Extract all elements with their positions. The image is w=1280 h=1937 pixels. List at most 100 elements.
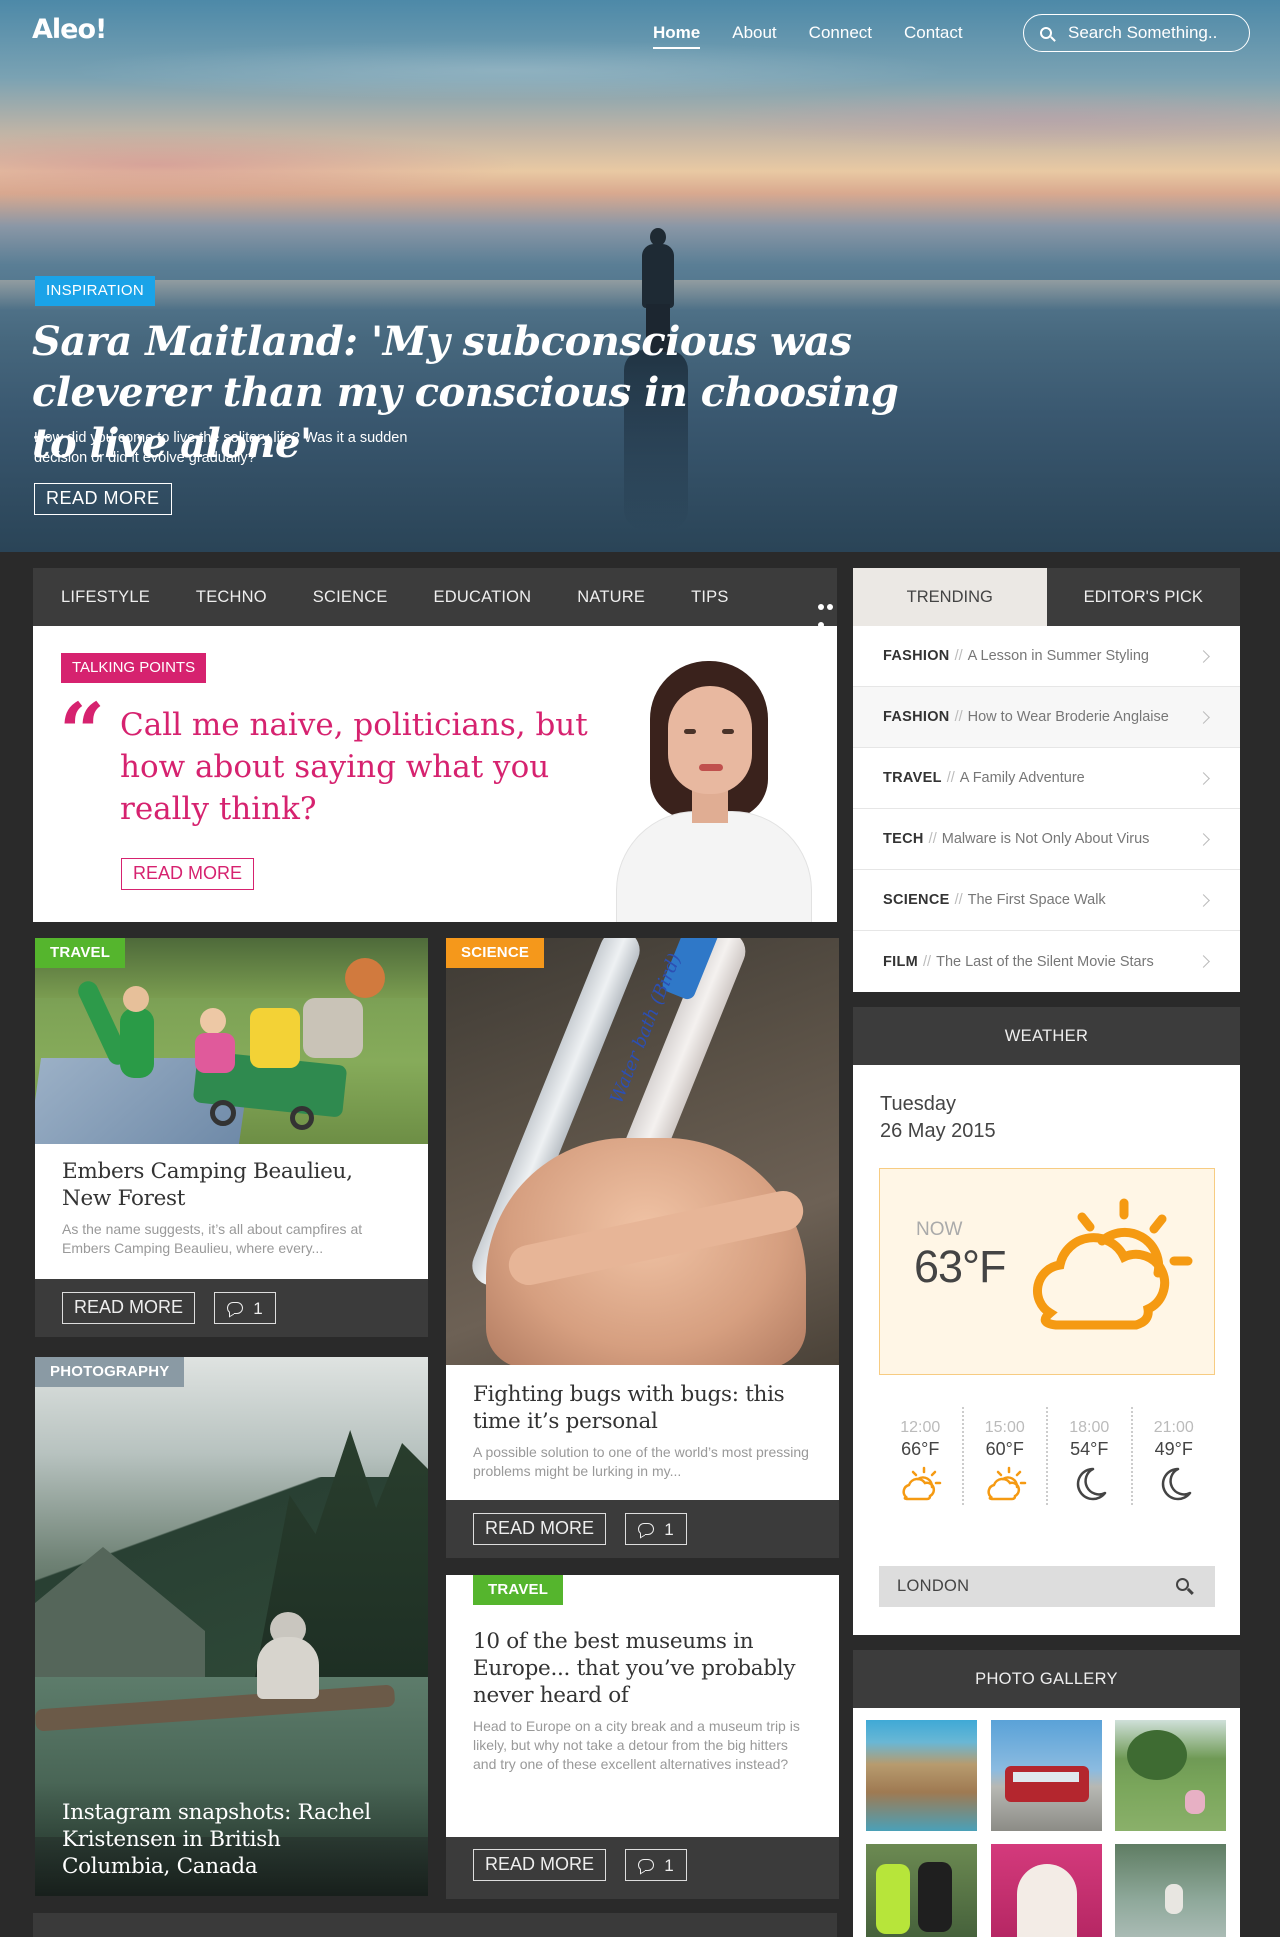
gallery-heading: PHOTO GALLERY: [853, 1650, 1240, 1708]
trending-item[interactable]: TRAVEL//A Family Adventure: [853, 748, 1240, 809]
card-body: Embers Camping Beaulieu, New Forest As t…: [35, 1144, 428, 1279]
hourly-forecast-item: 18:00 54°F: [1048, 1407, 1133, 1505]
nav-home[interactable]: Home: [653, 22, 701, 49]
camping-image[interactable]: [35, 938, 428, 1144]
hero-cloud: [700, 90, 1280, 150]
card-read-more-button[interactable]: READ MORE: [473, 1849, 607, 1881]
comment-icon: [227, 1302, 244, 1314]
trending-category: TECH: [883, 831, 924, 847]
card-title[interactable]: Embers Camping Beaulieu, New Forest: [62, 1158, 400, 1212]
weather-widget: Tuesday 26 May 2015 NOW 63°F 12:00 66°F …: [853, 1065, 1240, 1635]
talking-points-read-more-button[interactable]: READ MORE: [121, 858, 255, 890]
article-card-camping: TRAVEL Embers Camping Beaulieu, New Fore…: [35, 938, 428, 1337]
hourly-forecast-item: 21:00 49°F: [1133, 1407, 1216, 1505]
gallery-thumbnail[interactable]: [1115, 1720, 1226, 1831]
card-comments-button[interactable]: 1: [214, 1292, 276, 1324]
separator: //: [954, 892, 963, 908]
forecast-temperature: 49°F: [1154, 1439, 1193, 1459]
moon-icon: [1161, 1467, 1191, 1501]
hero-category-badge[interactable]: INSPIRATION: [35, 276, 156, 306]
category-techno[interactable]: TECHNO: [196, 588, 267, 607]
card-body: 10 of the best museums in Europe... that…: [446, 1575, 839, 1837]
chevron-right-icon: [1197, 894, 1210, 907]
gallery-thumbnail[interactable]: [866, 1720, 977, 1831]
gallery-thumbnail[interactable]: [1115, 1844, 1226, 1937]
card-title[interactable]: 10 of the best museums in Europe... that…: [473, 1628, 811, 1709]
card-category-tag[interactable]: PHOTOGRAPHY: [35, 1357, 185, 1387]
trending-list: FASHION//A Lesson in Summer Styling FASH…: [853, 626, 1240, 992]
card-body: Fighting bugs with bugs: this time it’s …: [446, 1365, 839, 1500]
forecast-time: 21:00: [1153, 1419, 1194, 1436]
trending-title: The Last of the Silent Movie Stars: [936, 953, 1154, 970]
trending-item[interactable]: TECH//Malware is Not Only About Virus: [853, 809, 1240, 870]
weather-date: Tuesday 26 May 2015: [880, 1091, 996, 1145]
gallery-thumbnail[interactable]: [866, 1844, 977, 1937]
comment-count: 1: [253, 1298, 263, 1318]
search-icon[interactable]: [1040, 27, 1052, 39]
card-comments-button[interactable]: 1: [625, 1849, 687, 1881]
trending-category: FASHION: [883, 709, 950, 725]
trending-item[interactable]: FASHION//A Lesson in Summer Styling: [853, 626, 1240, 687]
card-category-tag[interactable]: SCIENCE: [446, 938, 545, 968]
trending-category: TRAVEL: [883, 770, 942, 786]
trending-item[interactable]: FILM//The Last of the Silent Movie Stars: [853, 931, 1240, 992]
category-nature[interactable]: NATURE: [577, 588, 645, 607]
trending-item[interactable]: FASHION//How to Wear Broderie Anglaise: [853, 687, 1240, 748]
bottom-panel: [33, 1913, 837, 1937]
category-science[interactable]: SCIENCE: [313, 588, 388, 607]
card-title[interactable]: Instagram snapshots: Rachel Kristensen i…: [62, 1799, 392, 1880]
nav-connect[interactable]: Connect: [809, 22, 872, 49]
category-education[interactable]: EDUCATION: [434, 588, 532, 607]
talking-points-quote[interactable]: Call me naive, politicians, but how abou…: [120, 704, 590, 830]
partly-sunny-icon: [902, 1466, 942, 1501]
partly-sunny-icon: [987, 1466, 1026, 1501]
gallery-thumbnail[interactable]: [991, 1844, 1102, 1937]
photo-gallery: [853, 1708, 1240, 1937]
location-value[interactable]: LONDON: [897, 1577, 969, 1596]
trending-category: FILM: [883, 953, 919, 970]
card-excerpt: As the name suggests, it’s all about cam…: [62, 1221, 363, 1256]
forecast-time: 12:00: [900, 1419, 941, 1436]
tab-editors-pick[interactable]: EDITOR'S PICK: [1046, 568, 1240, 626]
card-category-tag[interactable]: TRAVEL: [473, 1575, 564, 1605]
search-box[interactable]: [1023, 14, 1250, 52]
forecast-temperature: 60°F: [985, 1439, 1024, 1459]
search-icon[interactable]: [1176, 1578, 1189, 1591]
nav-contact[interactable]: Contact: [904, 22, 963, 49]
card-footer: READ MORE 1: [446, 1837, 839, 1899]
main-nav: Home About Connect Contact: [653, 22, 963, 49]
location-search-field[interactable]: LONDON: [879, 1566, 1215, 1607]
article-card-photography: PHOTOGRAPHY Instagram snapshots: Rachel …: [35, 1357, 428, 1896]
talking-points-badge[interactable]: TALKING POINTS: [61, 653, 207, 683]
trending-category: FASHION: [883, 648, 950, 664]
card-comments-button[interactable]: 1: [625, 1513, 687, 1545]
separator: //: [954, 709, 963, 725]
separator: //: [928, 831, 937, 847]
category-lifestyle[interactable]: LIFESTYLE: [61, 588, 150, 607]
comment-count: 1: [664, 1855, 674, 1875]
card-title[interactable]: Fighting bugs with bugs: this time it’s …: [473, 1381, 811, 1435]
trending-title: Malware is Not Only About Virus: [941, 831, 1150, 847]
hero-subtitle: How did you come to live the solitary li…: [34, 430, 408, 466]
card-read-more-button[interactable]: READ MORE: [473, 1513, 607, 1545]
trending-category: SCIENCE: [883, 892, 950, 908]
comment-icon: [638, 1859, 655, 1871]
bugs-image[interactable]: Water bath (Bird): [446, 938, 839, 1368]
card-category-tag[interactable]: TRAVEL: [35, 938, 126, 968]
category-bar: LIFESTYLE TECHNO SCIENCE EDUCATION NATUR…: [33, 568, 837, 628]
site-logo[interactable]: Aleo!: [32, 14, 107, 45]
talking-points-panel: TALKING POINTS “ Call me naive, politici…: [33, 626, 837, 922]
nav-about[interactable]: About: [732, 22, 776, 49]
card-read-more-button[interactable]: READ MORE: [62, 1292, 196, 1324]
tab-trending[interactable]: TRENDING: [853, 568, 1047, 626]
comment-icon: [638, 1523, 655, 1535]
trending-title: How to Wear Broderie Anglaise: [967, 709, 1169, 725]
gallery-thumbnail[interactable]: [991, 1720, 1102, 1831]
sidebar-tabs: TRENDING EDITOR'S PICK: [853, 568, 1240, 626]
separator: //: [954, 648, 963, 664]
category-tips[interactable]: TIPS: [691, 588, 728, 607]
search-input[interactable]: [1068, 23, 1238, 43]
trending-item[interactable]: SCIENCE//The First Space Walk: [853, 870, 1240, 931]
hero-read-more-button[interactable]: READ MORE: [34, 483, 172, 515]
chevron-right-icon: [1197, 711, 1210, 724]
